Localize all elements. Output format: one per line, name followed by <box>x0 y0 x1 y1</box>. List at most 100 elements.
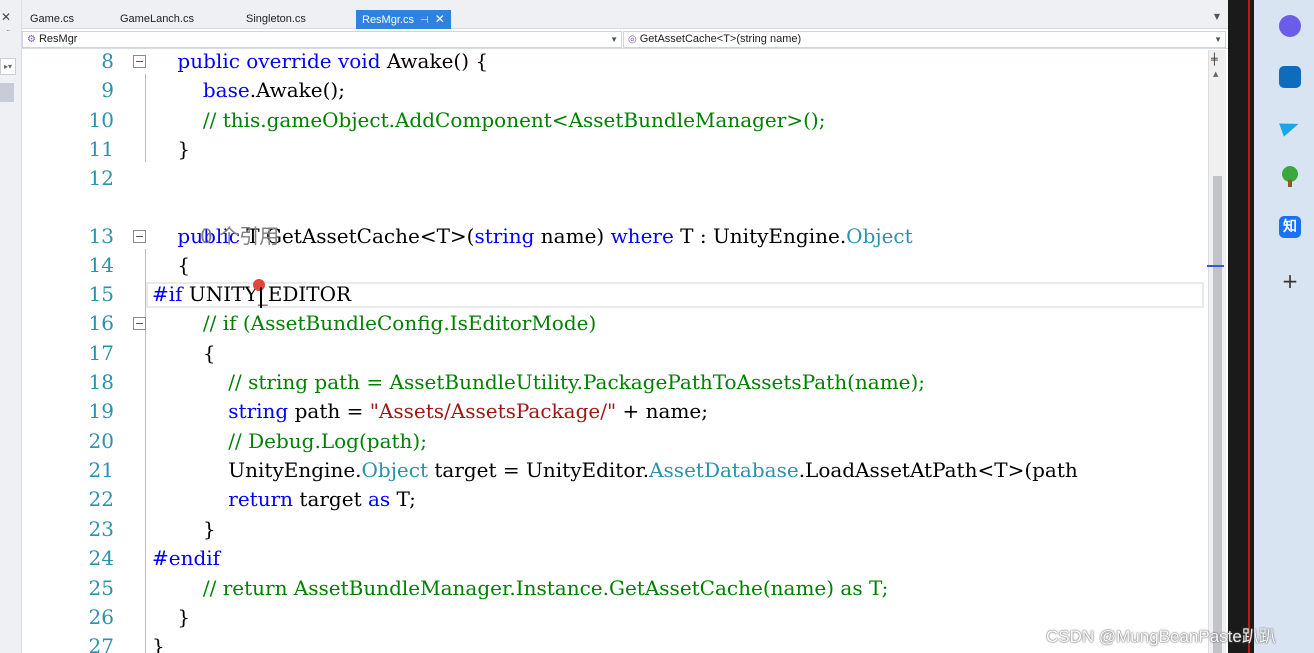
token: public override void <box>152 50 387 73</box>
code-text: // string path = AssetBundleUtility.Pack… <box>152 368 925 397</box>
code-line[interactable]: 18 // string path = AssetBundleUtility.P… <box>22 368 1208 397</box>
code-line[interactable]: 22 return target as T; <box>22 485 1208 514</box>
token: // if (AssetBundleConfig.IsEditorMode) <box>152 311 597 335</box>
code-text: public override void Awake() { <box>152 50 488 76</box>
code-text: string path = "Assets/AssetsPackage/" + … <box>152 397 708 426</box>
outlook-icon[interactable] <box>1279 66 1301 88</box>
code-text: UnityEngine.Object target = UnityEditor.… <box>152 456 1078 485</box>
code-editor[interactable]: 8 public override void Awake() {9 base.A… <box>22 50 1208 653</box>
panel-selection <box>0 83 14 102</box>
code-text: } <box>152 632 165 653</box>
line-number: 19 <box>88 399 114 423</box>
code-text: } <box>152 515 216 544</box>
code-line[interactable]: 9 base.Awake(); <box>22 76 1208 105</box>
tab-gamelanch[interactable]: GameLanch.cs <box>116 10 198 29</box>
divider-accent <box>1248 0 1250 653</box>
code-line[interactable]: 27} <box>22 632 1208 653</box>
token: // return AssetBundleManager.Instance.Ge… <box>152 576 889 600</box>
code-line[interactable]: 17 { <box>22 339 1208 368</box>
add-icon[interactable]: + <box>1279 270 1301 292</box>
code-text: return target as T; <box>152 485 416 514</box>
pin-icon[interactable]: ⊣ <box>420 15 429 26</box>
token: UNITY_EDITOR <box>182 282 352 306</box>
line-number: 11 <box>88 137 114 161</box>
code-line[interactable]: 19 string path = "Assets/AssetsPackage/"… <box>22 397 1208 426</box>
tab-label: Game.cs <box>30 13 75 25</box>
code-line[interactable]: 16 // if (AssetBundleConfig.IsEditorMode… <box>22 309 1208 338</box>
token: path = <box>288 399 370 423</box>
codelens-references[interactable]: 0 个引用 <box>22 193 1208 248</box>
code-line[interactable]: 14 { <box>22 251 1208 280</box>
line-number: 17 <box>88 341 114 365</box>
tree-icon[interactable] <box>1279 166 1301 188</box>
token: Object <box>361 458 428 482</box>
token: Awake() { <box>386 50 489 73</box>
code-line[interactable]: 23 } <box>22 515 1208 544</box>
token: T; <box>390 487 416 511</box>
token: string <box>474 224 535 248</box>
chevron-down-icon: ▼ <box>1214 35 1222 44</box>
tab-game[interactable]: Game.cs <box>26 10 78 29</box>
collapse-toggle-icon[interactable] <box>133 55 146 68</box>
token: T : UnityEngine. <box>673 224 847 248</box>
member-selector-dropdown[interactable]: ◎ GetAssetCache<T>(string name) ▼ <box>623 31 1226 48</box>
token: as <box>367 487 391 511</box>
line-number: 24 <box>88 546 114 570</box>
panel-grip-icon: ¨ <box>6 30 11 40</box>
code-text: // return AssetBundleManager.Instance.Ge… <box>152 574 888 603</box>
code-text: // Debug.Log(path); <box>152 427 427 456</box>
code-line[interactable]: 12 <box>22 164 1208 193</box>
token: } <box>152 137 191 161</box>
token: .LoadAssetAtPath<T>(path <box>798 458 1078 482</box>
token: // string path = AssetBundleUtility.Pack… <box>152 370 926 394</box>
class-selector-value: ResMgr <box>38 33 78 45</box>
tab-singleton[interactable]: Singleton.cs <box>242 10 310 29</box>
code-line[interactable]: 8 public override void Awake() { <box>22 50 1208 76</box>
tab-resmgr[interactable]: ResMgr.cs ⊣ ✕ <box>356 10 451 29</box>
collapse-toggle-icon[interactable] <box>133 230 146 243</box>
edge-sidebar: 知 + <box>1254 0 1314 653</box>
close-panel-icon[interactable]: ✕ <box>0 10 12 24</box>
token: { <box>152 341 216 365</box>
line-number: 14 <box>88 253 114 277</box>
token: T GetAssetCache<T>( <box>246 224 475 248</box>
code-line[interactable]: 21 UnityEngine.Object target = UnityEdit… <box>22 456 1208 485</box>
tab-overflow-chevron-icon[interactable]: ▼ <box>1214 12 1220 21</box>
collapse-toggle-icon[interactable] <box>133 317 146 330</box>
token: // this.gameObject.AddComponent<AssetBun… <box>152 108 826 132</box>
panel-dropdown[interactable]: ▸▾ <box>0 58 16 75</box>
code-line[interactable]: 11 } <box>22 135 1208 164</box>
vertical-scrollbar[interactable]: ╪ ▲ <box>1207 50 1226 653</box>
code-line[interactable]: 25 // return AssetBundleManager.Instance… <box>22 574 1208 603</box>
code-text: { <box>152 251 190 280</box>
token: { <box>152 253 191 277</box>
chevron-down-icon: ▼ <box>610 35 618 44</box>
code-line[interactable]: 24 #endif <box>22 544 1208 573</box>
left-tool-strip: ✕ ¨ ▸▾ <box>0 0 22 653</box>
class-icon: ⚙ <box>27 34 36 45</box>
code-line[interactable]: 20 // Debug.Log(path); <box>22 427 1208 456</box>
copilot-icon[interactable] <box>1279 15 1301 37</box>
line-number: 10 <box>88 108 114 132</box>
navigation-bar: ⚙ ResMgr ▼ ◎ GetAssetCache<T>(string name)… <box>22 30 1228 49</box>
code-line[interactable]: 10 // this.gameObject.AddComponent<Asset… <box>22 106 1208 135</box>
token: return <box>152 487 294 511</box>
tab-label: GameLanch.cs <box>120 13 194 25</box>
code-line[interactable]: 26 } <box>22 603 1208 632</box>
line-number: 26 <box>88 605 114 629</box>
class-selector-dropdown[interactable]: ⚙ ResMgr ▼ <box>22 31 622 48</box>
scroll-thumb[interactable] <box>1213 176 1222 653</box>
code-line[interactable]: 15 #if UNITY_EDITOR <box>22 280 1208 309</box>
line-number: 15 <box>88 282 114 306</box>
split-window-icon[interactable]: ╪ <box>1211 53 1218 66</box>
codelens-text[interactable]: 0 个引用 <box>200 222 279 251</box>
send-icon[interactable] <box>1279 116 1301 138</box>
tab-label: ResMgr.cs <box>362 14 414 26</box>
method-icon: ◎ <box>628 34 637 45</box>
close-icon[interactable]: ✕ <box>435 12 445 26</box>
zhihu-icon[interactable]: 知 <box>1279 216 1301 238</box>
code-text: base.Awake(); <box>152 76 345 105</box>
window-divider <box>1228 0 1254 653</box>
scroll-up-icon[interactable]: ▲ <box>1213 70 1218 78</box>
